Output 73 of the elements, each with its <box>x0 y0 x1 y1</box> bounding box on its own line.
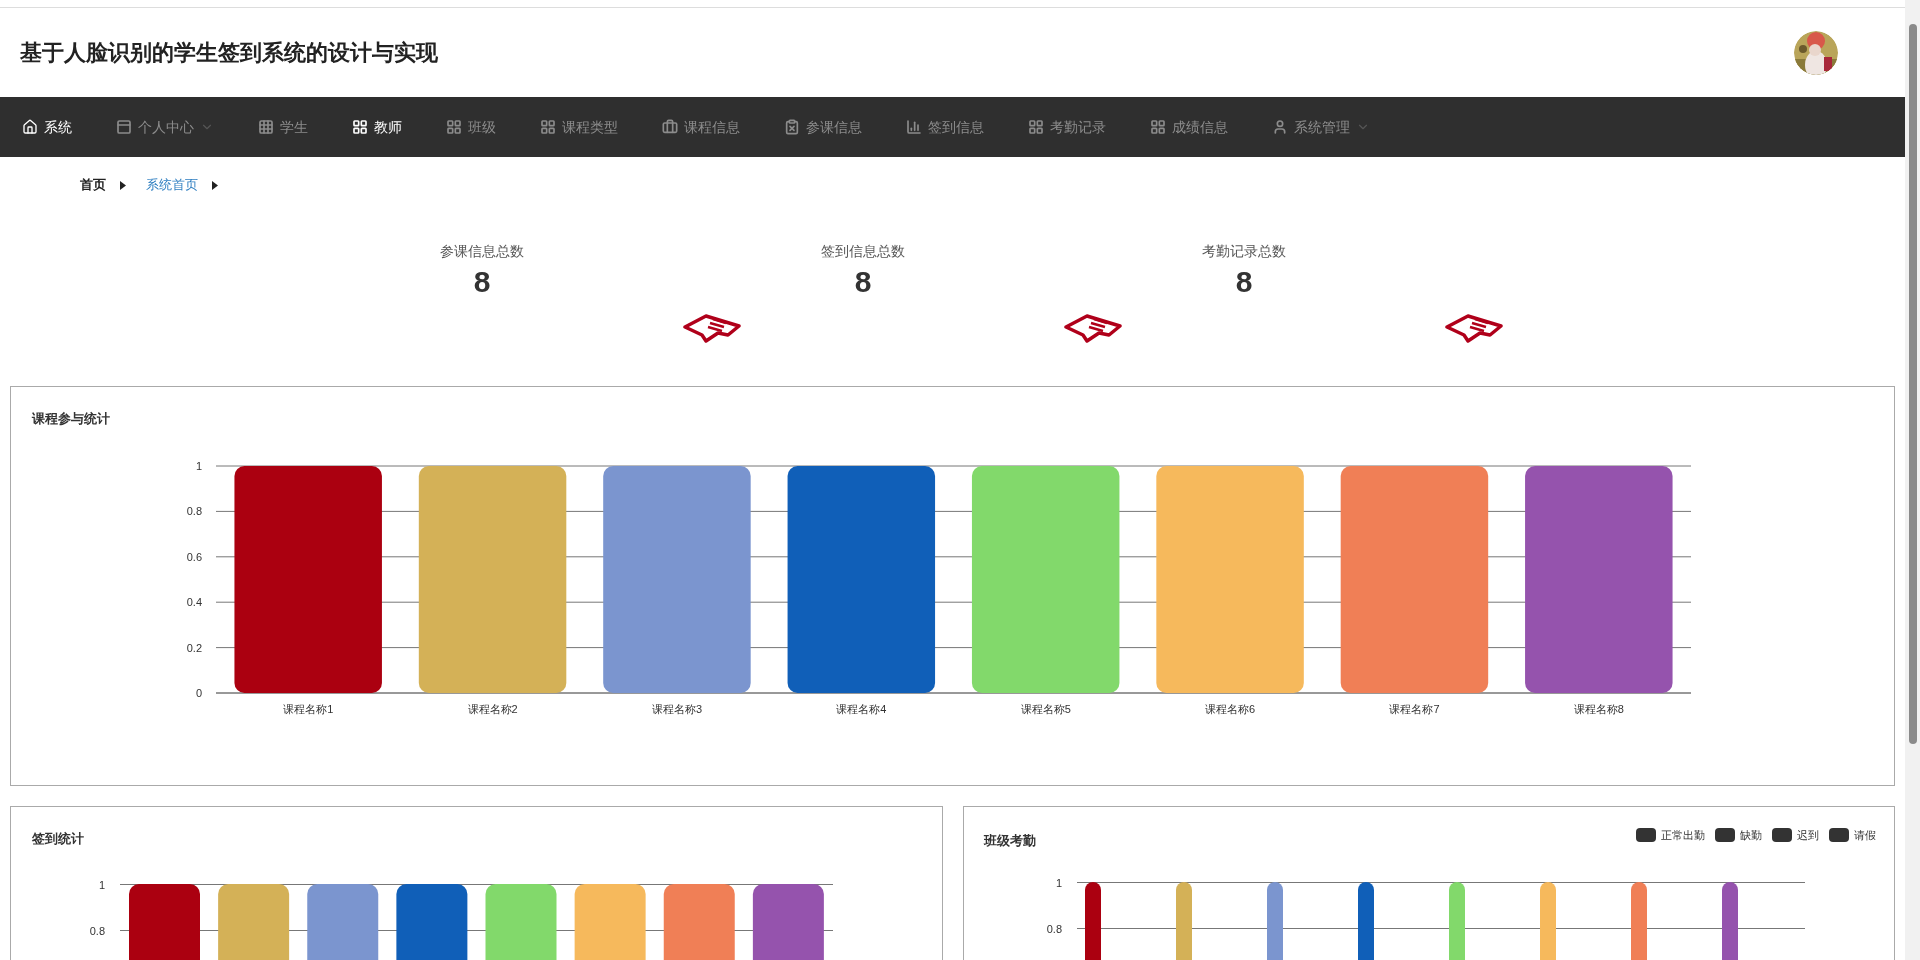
nav-item[interactable]: 课程信息 <box>662 116 740 138</box>
legend-item[interactable]: 迟到 <box>1772 827 1819 844</box>
y-tick-label: 0.8 <box>89 925 105 937</box>
breadcrumb-link[interactable]: 系统首页 <box>146 175 198 195</box>
x-axis-label: 课程名称6 <box>1205 703 1256 715</box>
y-tick-label: 1 <box>195 460 202 472</box>
nav-item[interactable]: 参课信息 <box>784 116 862 138</box>
legend-item[interactable]: 正常出勤 <box>1636 827 1705 844</box>
x-axis-label: 课程名称2 <box>467 703 518 715</box>
y-tick-label: 0.2 <box>186 641 202 654</box>
grid-icon <box>258 119 274 135</box>
briefcase-icon <box>662 119 678 135</box>
grid-icon <box>1150 119 1166 135</box>
chart-title: 课程参与统计 <box>30 410 111 428</box>
grid-icon <box>352 119 368 135</box>
legend-swatch <box>1715 828 1735 843</box>
y-tick-label: 0.4 <box>186 596 202 609</box>
stat-value: 8 <box>854 264 872 300</box>
panel-icon <box>116 119 132 135</box>
legend-item[interactable]: 请假 <box>1829 827 1876 844</box>
nav-item[interactable]: 教师 <box>352 116 402 138</box>
stat-label: 考勤记录总数 <box>1202 242 1286 261</box>
nav-item[interactable]: 成绩信息 <box>1150 116 1228 138</box>
nav-item[interactable]: 系统管理 <box>1272 116 1370 138</box>
y-tick-label: 1 <box>1055 877 1062 889</box>
clipboard-icon <box>784 119 800 135</box>
legend-swatch <box>1829 828 1849 843</box>
grid-icon <box>1028 119 1044 135</box>
chart-title: 签到统计 <box>31 830 85 848</box>
legend-label: 正常出勤 <box>1661 828 1705 843</box>
ticket-icon <box>1444 313 1504 343</box>
nav-item[interactable]: 学生 <box>258 116 308 138</box>
legend-label: 迟到 <box>1797 828 1819 843</box>
chart-title: 班级考勤 <box>982 832 1036 850</box>
y-tick-label: 0.8 <box>186 505 202 518</box>
x-axis-label: 课程名称7 <box>1389 703 1440 715</box>
x-axis-label: 课程名称5 <box>1020 703 1071 715</box>
stat-label: 参课信息总数 <box>440 242 524 261</box>
nav-item[interactable]: 系统 <box>22 116 72 138</box>
stat-value: 8 <box>1235 264 1253 300</box>
legend-swatch <box>1772 828 1792 843</box>
x-axis-label: 课程名称8 <box>1573 703 1624 715</box>
grid-icon <box>540 119 556 135</box>
y-tick-label: 0.6 <box>186 550 202 563</box>
y-tick-label: 1 <box>98 879 105 891</box>
y-tick-label: 0 <box>195 687 202 699</box>
stat-value: 8 <box>473 264 491 300</box>
y-tick-label: 0.8 <box>1046 923 1062 935</box>
legend-label: 缺勤 <box>1740 828 1762 843</box>
legend-item[interactable]: 缺勤 <box>1715 827 1762 844</box>
scrollbar[interactable] <box>1905 0 1920 960</box>
x-axis-label: 课程名称1 <box>283 703 334 715</box>
legend-swatch <box>1636 828 1656 843</box>
caret-right-icon <box>212 180 218 190</box>
home-icon <box>22 119 38 135</box>
caret-right-icon <box>120 180 126 190</box>
nav-item[interactable]: 个人中心 <box>116 116 214 138</box>
nav-item[interactable]: 考勤记录 <box>1028 116 1106 138</box>
app-title: 基于人脸识别的学生签到系统的设计与实现 <box>20 39 438 67</box>
nav-item[interactable]: 班级 <box>446 116 496 138</box>
bar-chart-icon <box>906 119 922 135</box>
nav-item[interactable]: 签到信息 <box>906 116 984 138</box>
grid-icon <box>446 119 462 135</box>
scrollbar-thumb[interactable] <box>1908 24 1917 744</box>
user-icon <box>1272 119 1288 135</box>
stat-label: 签到信息总数 <box>821 242 905 261</box>
nav-item[interactable]: 课程类型 <box>540 116 618 138</box>
ticket-icon <box>1063 313 1123 343</box>
x-axis-label: 课程名称4 <box>836 703 887 715</box>
legend-label: 请假 <box>1854 828 1876 843</box>
breadcrumb-link[interactable]: 首页 <box>80 175 106 195</box>
x-axis-label: 课程名称3 <box>651 703 702 715</box>
ticket-icon <box>682 313 742 343</box>
